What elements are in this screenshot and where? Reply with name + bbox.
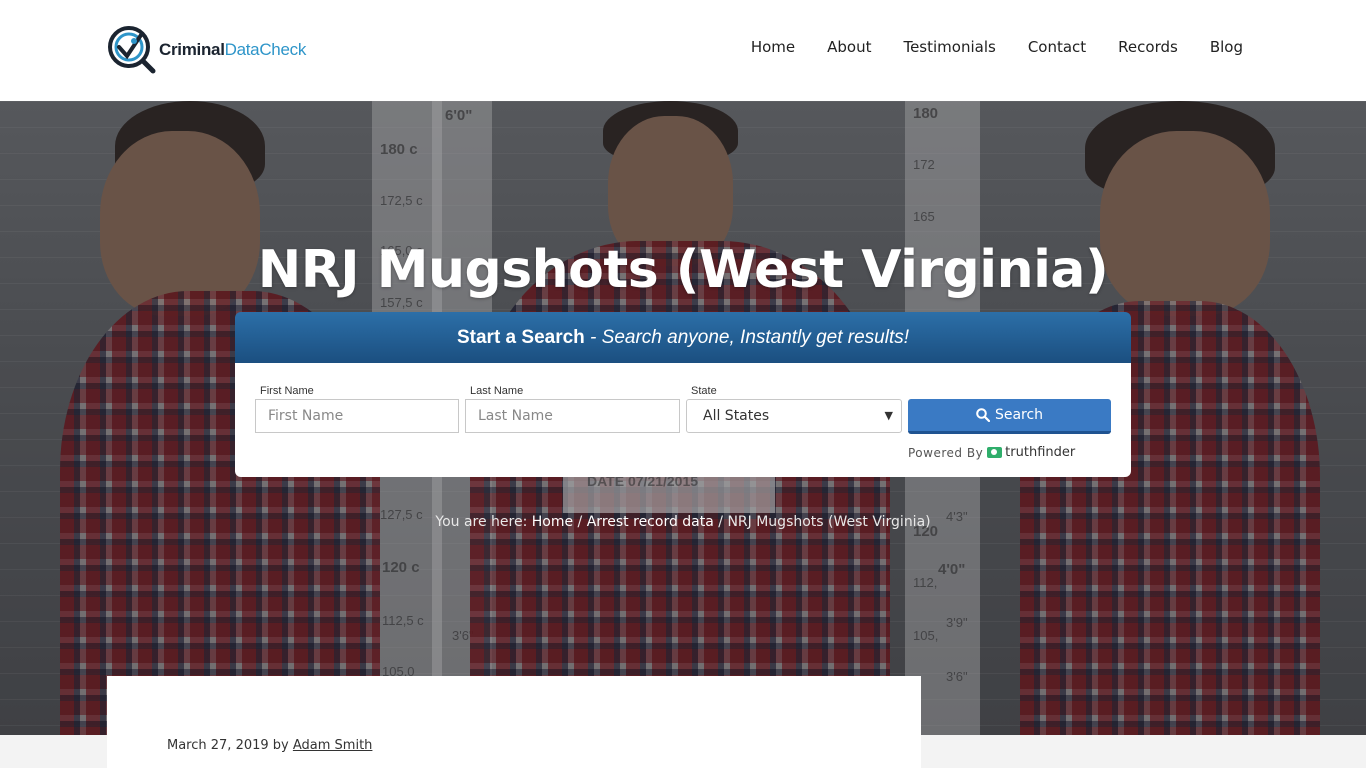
breadcrumb: You are here: Home / Arrest record data … xyxy=(0,514,1366,530)
search-heading-italic: - Search anyone, Instantly get results! xyxy=(584,327,910,348)
state-select-value: All States xyxy=(703,408,770,424)
powered-by: Powered By truthfinder xyxy=(908,445,1075,460)
truthfinder-logo[interactable]: truthfinder xyxy=(987,445,1075,460)
truthfinder-text: truthfinder xyxy=(1005,445,1076,460)
article-card: March 27, 2019 by Adam Smith xyxy=(107,676,921,768)
search-button-label: Search xyxy=(994,407,1044,423)
breadcrumb-section-link[interactable]: Arrest record data xyxy=(587,514,714,530)
state-label: State xyxy=(691,385,717,397)
logo-wordmark: CriminalDataCheck xyxy=(159,40,306,60)
first-name-input[interactable]: First Name xyxy=(255,399,459,433)
main-nav: Home About Testimonials Contact Records … xyxy=(751,38,1243,56)
post-meta: March 27, 2019 by Adam Smith xyxy=(167,738,372,753)
search-widget: Start a Search - Search anyone, Instantl… xyxy=(235,312,1131,477)
nav-home[interactable]: Home xyxy=(751,38,795,56)
logo-magnifier-icon xyxy=(107,25,157,75)
post-by: by xyxy=(268,738,293,753)
breadcrumb-prefix: You are here: xyxy=(435,514,532,530)
logo-text-light: DataCheck xyxy=(224,40,307,59)
breadcrumb-separator: / xyxy=(573,514,587,530)
truthfinder-icon xyxy=(987,447,1003,458)
state-select[interactable]: All States ▼ xyxy=(686,399,902,433)
search-button[interactable]: Search xyxy=(908,399,1111,434)
first-name-label: First Name xyxy=(260,385,314,397)
nav-records[interactable]: Records xyxy=(1118,38,1178,56)
chevron-down-icon: ▼ xyxy=(884,409,893,422)
search-heading-bold: Start a Search xyxy=(456,327,585,348)
nav-about[interactable]: About xyxy=(827,38,871,56)
last-name-label: Last Name xyxy=(470,385,524,397)
search-icon xyxy=(976,408,990,422)
post-author-link[interactable]: Adam Smith xyxy=(293,738,373,753)
site-header: CriminalDataCheck Home About Testimonial… xyxy=(0,0,1366,101)
search-header: Start a Search - Search anyone, Instantl… xyxy=(235,312,1131,373)
post-date: March 27, 2019 xyxy=(167,738,269,753)
nav-contact[interactable]: Contact xyxy=(1028,38,1086,56)
powered-by-text: Powered By xyxy=(908,445,984,460)
breadcrumb-current: NRJ Mugshots (West Virginia) xyxy=(727,514,931,530)
site-logo[interactable]: CriminalDataCheck xyxy=(107,25,306,75)
page-title: NRJ Mugshots (West Virginia) xyxy=(257,240,1109,300)
search-form: First Name First Name Last Name Last Nam… xyxy=(235,363,1131,477)
last-name-input[interactable]: Last Name xyxy=(465,399,680,433)
breadcrumb-home-link[interactable]: Home xyxy=(532,514,573,530)
breadcrumb-separator: / xyxy=(713,514,728,530)
logo-text-bold: Criminal xyxy=(159,40,225,59)
nav-testimonials[interactable]: Testimonials xyxy=(903,38,995,56)
nav-blog[interactable]: Blog xyxy=(1210,38,1243,56)
